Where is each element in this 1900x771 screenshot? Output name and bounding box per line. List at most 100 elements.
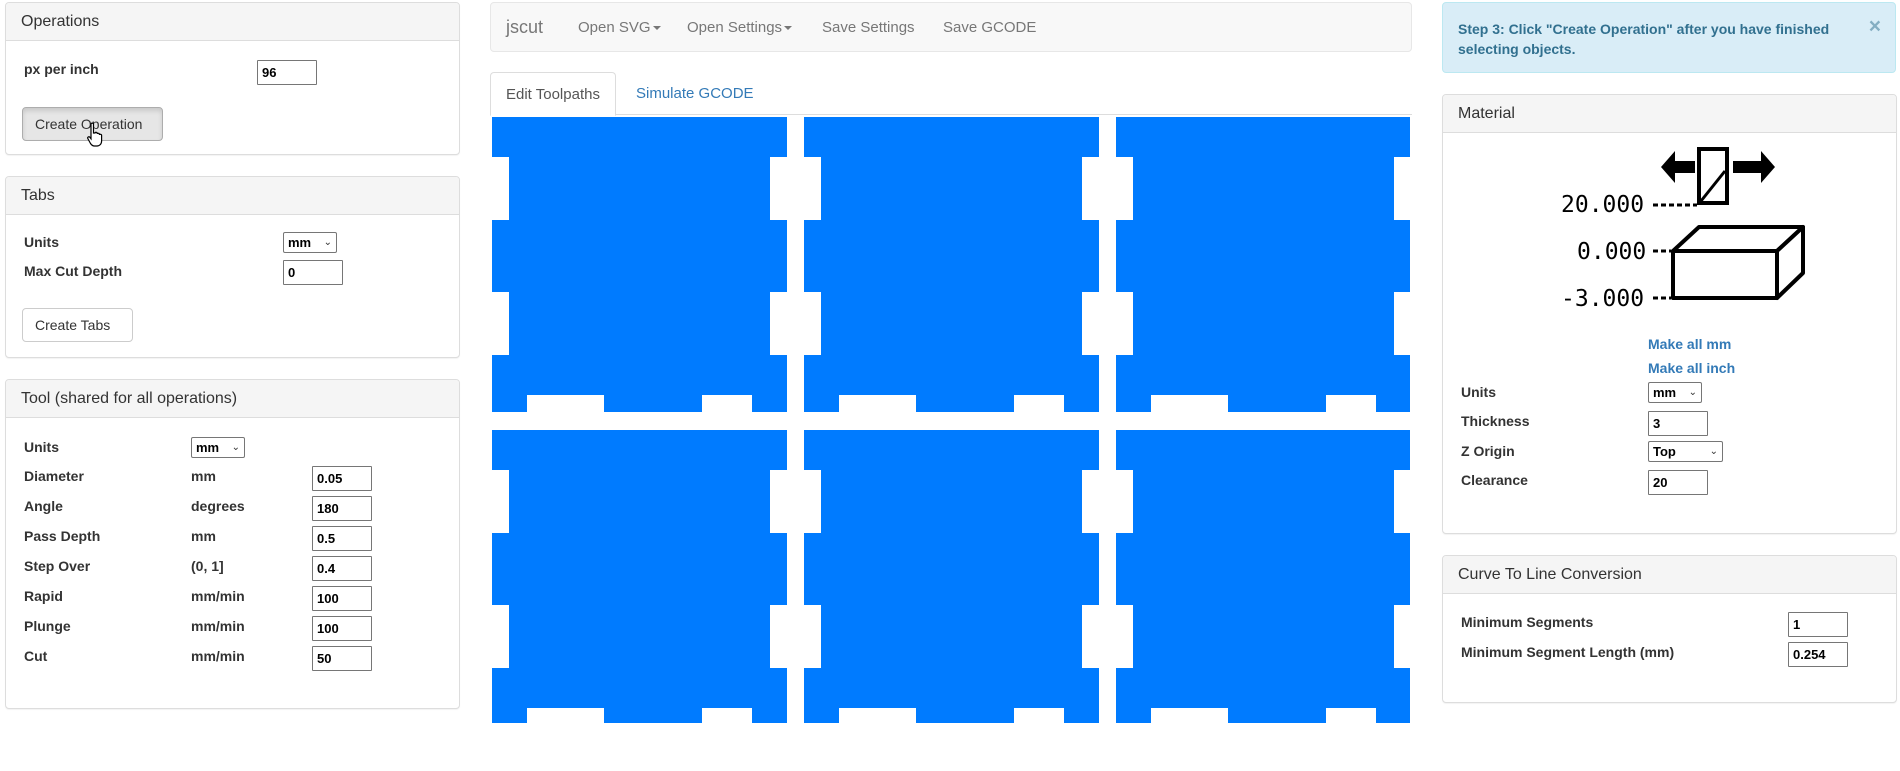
tool-row-label: Pass Depth [24,528,101,544]
tool-row-unit: degrees [191,498,245,514]
tool-row-label: Angle [24,498,63,514]
clearance-input[interactable] [1648,470,1708,495]
angle-input[interactable] [312,496,372,521]
z-origin-label: Z Origin [1461,443,1515,459]
plunge-input[interactable] [312,616,372,641]
tabs-units-label: Units [24,234,59,250]
arrow-right-icon [1733,151,1775,183]
arrow-left-icon [1661,151,1695,183]
tool-row-label: Diameter [24,468,84,484]
pass-depth-input[interactable] [312,526,372,551]
rapid-input[interactable] [312,586,372,611]
tabs-panel-heading: Tabs [6,177,459,215]
tool-units-value: mm [196,440,220,455]
hand-cursor-icon [87,122,103,147]
toolpath-shape[interactable] [1116,430,1410,723]
tool-row-unit: mm/min [191,648,245,664]
curve-panel-heading: Curve To Line Conversion [1443,556,1896,594]
open-settings-menu[interactable]: Open Settings [687,19,793,36]
diameter-input[interactable] [312,466,372,491]
top-navbar: jscut Open SVG Open Settings Save Settin… [490,2,1412,52]
material-diagram: 20.000 0.000 -3.000 [1561,147,1805,312]
main-tabs: Edit Toolpaths Simulate GCODE [490,72,1412,116]
save-settings-link[interactable]: Save Settings [822,19,915,36]
tabs-title: Tabs [21,186,55,204]
step-alert: Step 3: Click "Create Operation" after y… [1442,2,1896,73]
toolpath-shape[interactable] [492,430,787,723]
tab-simulate-gcode-label: Simulate GCODE [636,85,754,102]
material-title: Material [1458,104,1515,122]
bottom-height-label: -3.000 [1561,286,1644,312]
chevron-down-icon: ⌄ [231,442,240,453]
max-cut-depth-label: Max Cut Depth [24,263,122,279]
max-cut-depth-input[interactable] [283,260,343,285]
tabs-units-select[interactable]: mm ⌄ [283,232,337,253]
operations-title: Operations [21,12,100,30]
tabs-panel: Tabs Units mm ⌄ Max Cut Depth Create Tab… [5,176,460,358]
tool-row-label: Rapid [24,588,63,604]
toolpath-shape[interactable] [804,117,1099,412]
step-over-input[interactable] [312,556,372,581]
open-settings-label: Open Settings [687,19,783,36]
clearance-height-label: 20.000 [1561,192,1644,218]
curve-title: Curve To Line Conversion [1458,565,1642,583]
chevron-down-icon: ⌄ [323,237,332,248]
create-tabs-label: Create Tabs [35,317,111,333]
tool-panel: Tool (shared for all operations) Units m… [5,379,460,709]
tabs-units-value: mm [288,235,312,250]
px-per-inch-input[interactable] [257,60,317,85]
clearance-label: Clearance [1461,472,1528,488]
toolpath-shape[interactable] [1116,117,1410,412]
open-svg-label: Open SVG [578,19,651,36]
tab-edit-toolpaths[interactable]: Edit Toolpaths [490,72,616,116]
curve-panel: Curve To Line Conversion Minimum Segment… [1442,555,1897,703]
material-panel-heading: Material [1443,95,1896,133]
toolpath-shape[interactable] [804,430,1099,723]
tool-row-label: Cut [24,648,48,664]
save-gcode-link[interactable]: Save GCODE [943,19,1036,36]
tool-row-unit: mm [191,468,216,484]
material-block [1671,225,1805,300]
thickness-label: Thickness [1461,413,1530,429]
make-all-inch-link[interactable]: Make all inch [1648,360,1735,376]
min-segments-label: Minimum Segments [1461,614,1594,630]
cut-input[interactable] [312,646,372,671]
tool-units-select[interactable]: mm ⌄ [191,437,245,458]
tool-row-unit: mm/min [191,618,245,634]
toolpath-shape[interactable] [492,117,787,412]
operations-panel: Operations px per inch Create Operation [5,2,460,155]
min-segment-length-input[interactable] [1788,642,1848,667]
make-all-mm-link[interactable]: Make all mm [1648,336,1731,352]
material-panel: Material 20.000 0.000 -3.000 Make all mm… [1442,94,1897,534]
tool-row-label: Plunge [24,618,71,634]
toolpath-canvas[interactable] [492,117,1410,723]
tool-units-label: Units [24,439,59,455]
material-units-value: mm [1653,385,1677,400]
z-origin-select[interactable]: Top ⌄ [1648,441,1723,462]
tool-row-label: Step Over [24,558,91,574]
tool-row-unit: (0, 1] [191,558,224,574]
material-units-label: Units [1461,384,1496,400]
brand-link[interactable]: jscut [506,17,543,38]
thickness-input[interactable] [1648,411,1708,436]
tool-panel-heading: Tool (shared for all operations) [6,380,459,418]
material-units-select[interactable]: mm ⌄ [1648,382,1702,403]
min-segment-length-label: Minimum Segment Length (mm) [1461,644,1675,660]
create-tabs-button[interactable]: Create Tabs [22,308,133,342]
chevron-down-icon: ⌄ [1709,446,1718,457]
top-height-label: 0.000 [1577,239,1646,265]
tool-row-unit: mm/min [191,588,245,604]
canvas-shapes [492,117,1410,723]
chevron-down-icon: ⌄ [1688,387,1697,398]
tab-simulate-gcode[interactable]: Simulate GCODE [621,72,769,115]
tab-edit-toolpaths-label: Edit Toolpaths [506,85,600,103]
px-per-inch-label: px per inch [24,61,99,77]
caret-down-icon [652,26,661,31]
min-segments-input[interactable] [1788,612,1848,637]
open-svg-menu[interactable]: Open SVG [578,19,661,36]
caret-down-icon [784,26,793,31]
operations-panel-heading: Operations [6,3,459,41]
tool-row-unit: mm [191,528,216,544]
tool-title: Tool (shared for all operations) [21,389,238,407]
close-icon[interactable]: × [1869,16,1881,37]
